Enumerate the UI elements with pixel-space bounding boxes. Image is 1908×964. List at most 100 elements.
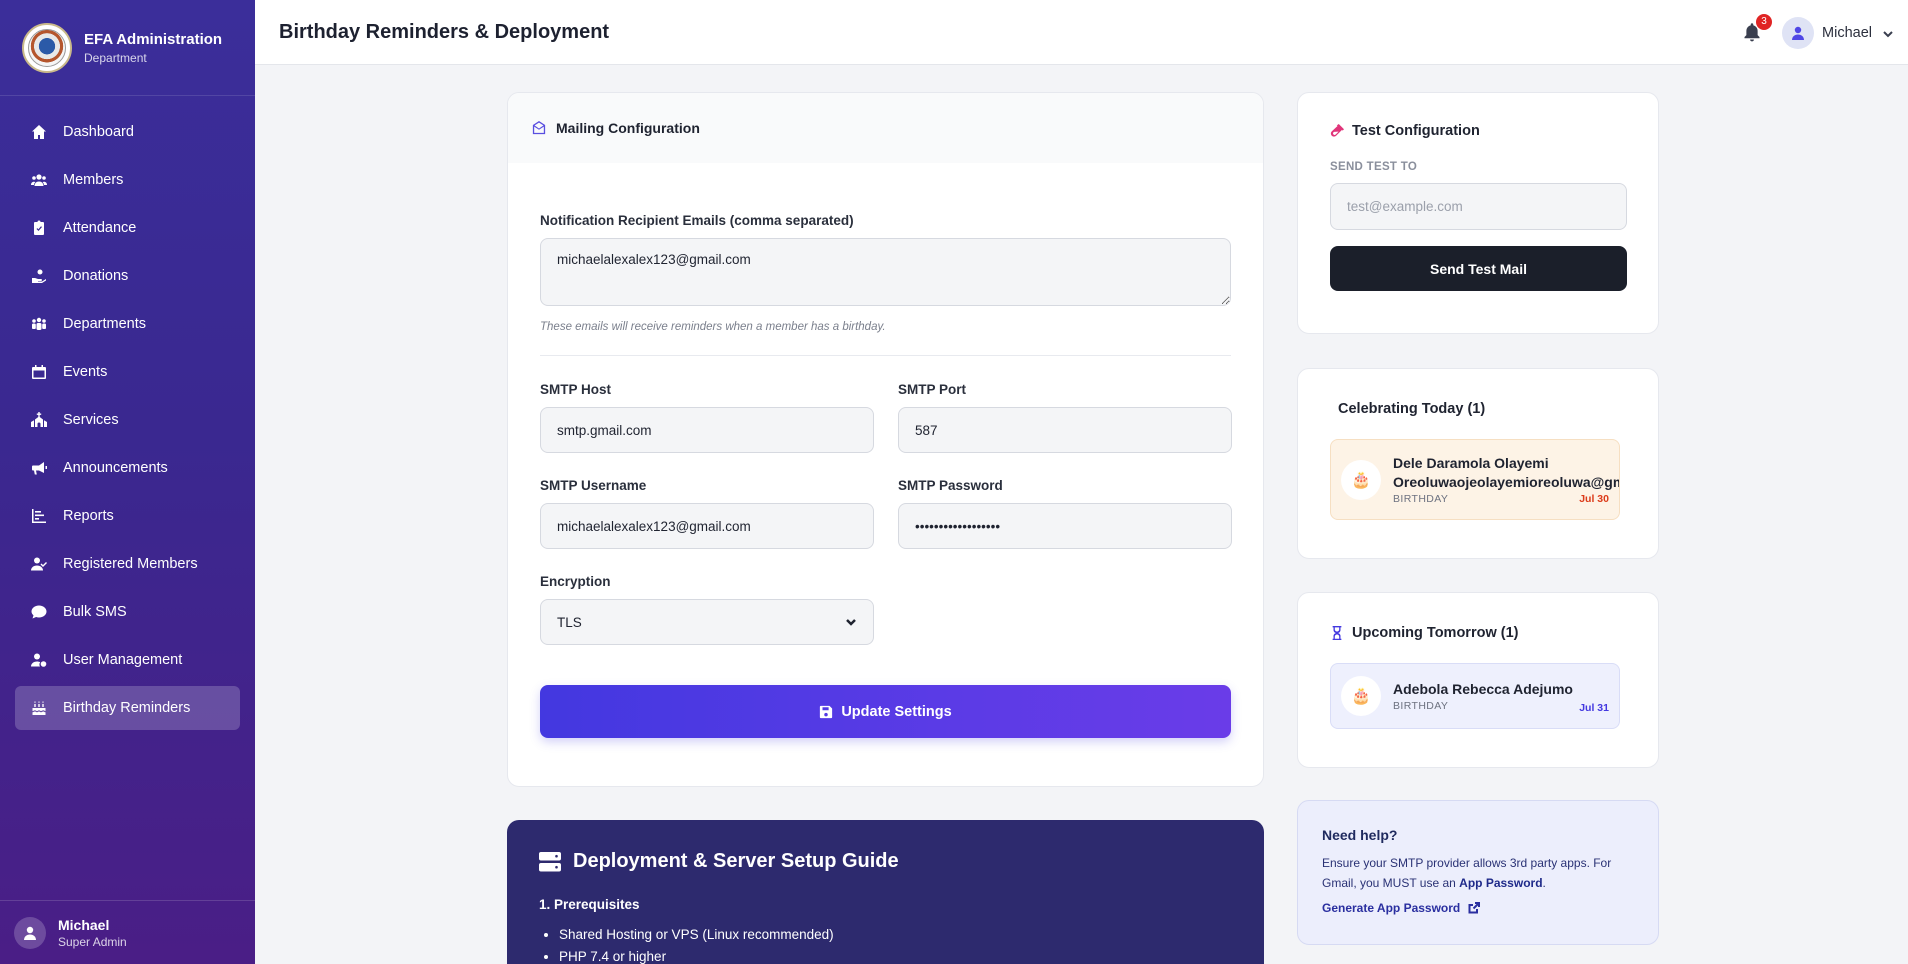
brand: EFA Administration Department — [0, 0, 255, 96]
upcoming-tomorrow-card: Upcoming Tomorrow (1) 🎂 Adebola Rebecca … — [1297, 592, 1659, 768]
clipboard-check-icon — [30, 219, 48, 237]
notification-badge: 3 — [1756, 13, 1773, 30]
birthday-item[interactable]: 🎂 Adebola Rebecca Adejumo BIRTHDAY Jul 3… — [1330, 663, 1620, 729]
prerequisites-list: Shared Hosting or VPS (Linux recommended… — [539, 924, 1232, 964]
smtp-port-label: SMTP Port — [898, 382, 967, 397]
sidebar-item-label: Birthday Reminders — [63, 700, 191, 716]
users-icon — [30, 171, 48, 189]
sidebar-item-events[interactable]: Events — [15, 350, 240, 394]
sidebar-item-reports[interactable]: Reports — [15, 494, 240, 538]
cake-icon: 🎂 — [1341, 459, 1381, 500]
avatar[interactable] — [1782, 16, 1815, 49]
divider — [540, 355, 1231, 356]
sidebar-item-attendance[interactable]: Attendance — [15, 206, 240, 250]
sidebar-item-label: User Management — [63, 652, 183, 668]
birthday-tag: BIRTHDAY — [1393, 700, 1449, 712]
tomorrow-title: Upcoming Tomorrow (1) — [1352, 625, 1519, 641]
sidebar-item-dashboard[interactable]: Dashboard — [15, 110, 240, 154]
sidebar-item-members[interactable]: Members — [15, 158, 240, 202]
chevron-down-icon — [846, 619, 856, 626]
hand-holding-icon — [30, 267, 48, 285]
smtp-username-input[interactable]: michaelalexalex123@gmail.com — [540, 503, 874, 549]
user-check-icon — [30, 555, 48, 573]
send-test-mail-button[interactable]: Send Test Mail — [1330, 246, 1627, 291]
mailing-configuration-card: Mailing Configuration Notification Recip… — [507, 92, 1264, 787]
sidebar-user[interactable]: Michael Super Admin — [0, 900, 255, 964]
user-icon — [1792, 26, 1805, 40]
birthday-name: Adebola Rebecca Adejumo — [1393, 681, 1573, 697]
birthday-name: Dele Daramola Olayemi — [1393, 455, 1549, 471]
celebrating-today-card: Celebrating Today (1) 🎂 Dele Daramola Ol… — [1297, 368, 1659, 559]
update-settings-label: Update Settings — [841, 703, 952, 720]
sidebar-item-services[interactable]: Services — [15, 398, 240, 442]
cake-icon: 🎂 — [1341, 676, 1381, 716]
help-link-label: Generate App Password — [1322, 901, 1461, 915]
sidebar-item-label: Members — [63, 172, 124, 188]
calendar-icon — [30, 363, 48, 381]
recipients-label: Notification Recipient Emails (comma sep… — [540, 213, 854, 228]
smtp-username-label: SMTP Username — [540, 478, 647, 493]
encryption-label: Encryption — [540, 574, 611, 589]
user-gear-icon — [30, 651, 48, 669]
sidebar-item-label: Donations — [63, 268, 129, 284]
chevron-down-icon[interactable] — [1882, 27, 1894, 39]
church-icon — [30, 411, 48, 429]
help-card: Need help? Ensure your SMTP provider all… — [1297, 800, 1659, 945]
comment-icon — [30, 603, 48, 621]
deployment-title: Deployment & Server Setup Guide — [573, 850, 899, 872]
list-item: Shared Hosting or VPS (Linux recommended… — [559, 924, 1232, 946]
test-title: Test Configuration — [1352, 123, 1480, 139]
deployment-guide-card: Deployment & Server Setup Guide 1. Prere… — [507, 820, 1264, 964]
save-icon — [820, 705, 833, 718]
card-title: Mailing Configuration — [556, 120, 700, 136]
sidebar-user-role: Super Admin — [58, 934, 127, 949]
birthday-date: Jul 31 — [1579, 702, 1609, 714]
vial-icon — [1330, 124, 1344, 137]
prerequisites-heading: 1. Prerequisites — [539, 897, 640, 912]
test-email-input[interactable]: test@example.com — [1330, 183, 1627, 230]
birthday-email: Oreoluwaojeolayemioreoluwa@gmail. — [1393, 474, 1620, 490]
hourglass-icon — [1332, 626, 1342, 640]
birthday-item[interactable]: 🎂 Dele Daramola Olayemi Oreoluwaojeolaye… — [1330, 439, 1620, 520]
app-password-emphasis: App Password — [1459, 876, 1543, 890]
sidebar-item-birthday-reminders[interactable]: Birthday Reminders — [15, 686, 240, 730]
sidebar-item-label: Attendance — [63, 220, 137, 236]
sidebar-item-label: Services — [63, 412, 119, 428]
page-title: Birthday Reminders & Deployment — [279, 20, 610, 43]
test-configuration-card: Test Configuration SEND TEST TO test@exa… — [1297, 92, 1659, 334]
recipients-textarea[interactable]: michaelalexalex123@gmail.com — [540, 238, 1231, 306]
sidebar-item-announcements[interactable]: Announcements — [15, 446, 240, 490]
sidebar-item-user-management[interactable]: User Management — [15, 638, 240, 682]
generate-app-password-link[interactable]: Generate App Password — [1322, 901, 1634, 915]
bullhorn-icon — [30, 459, 48, 477]
sidebar-user-name: Michael — [58, 916, 110, 933]
sidebar-item-label: Departments — [63, 316, 147, 332]
birthday-date: Jul 30 — [1579, 493, 1609, 505]
sidebar-item-departments[interactable]: Departments — [15, 302, 240, 346]
user-menu-name[interactable]: Michael — [1822, 25, 1872, 41]
sidebar-item-label: Announcements — [63, 460, 168, 476]
sidebar-item-registered-members[interactable]: Registered Members — [15, 542, 240, 586]
today-title: Celebrating Today (1) — [1338, 401, 1486, 417]
smtp-password-input[interactable]: •••••••••••••••••• — [898, 503, 1232, 549]
brand-title: EFA Administration — [84, 30, 223, 48]
encryption-select[interactable]: TLS — [540, 599, 874, 645]
smtp-host-input[interactable]: smtp.gmail.com — [540, 407, 874, 453]
people-group-icon — [30, 315, 48, 333]
home-icon — [30, 123, 48, 141]
brand-subtitle: Department — [84, 50, 147, 65]
smtp-port-input[interactable]: 587 — [898, 407, 1232, 453]
help-title: Need help? — [1322, 827, 1398, 843]
encryption-value: TLS — [557, 614, 582, 630]
update-settings-button[interactable]: Update Settings — [540, 685, 1231, 738]
recipients-hint: These emails will receive reminders when… — [540, 321, 886, 333]
sidebar-item-donations[interactable]: Donations — [15, 254, 240, 298]
topbar: Birthday Reminders & Deployment 3 Michae… — [255, 0, 1908, 65]
external-link-icon — [1468, 902, 1481, 914]
notifications-button[interactable]: 3 — [1742, 13, 1773, 44]
list-item: PHP 7.4 or higher — [559, 946, 1232, 964]
birthday-tag: BIRTHDAY — [1393, 493, 1449, 505]
sidebar-item-bulk-sms[interactable]: Bulk SMS — [15, 590, 240, 634]
send-test-label: SEND TEST TO — [1330, 161, 1418, 173]
sidebar-item-label: Events — [63, 364, 108, 380]
